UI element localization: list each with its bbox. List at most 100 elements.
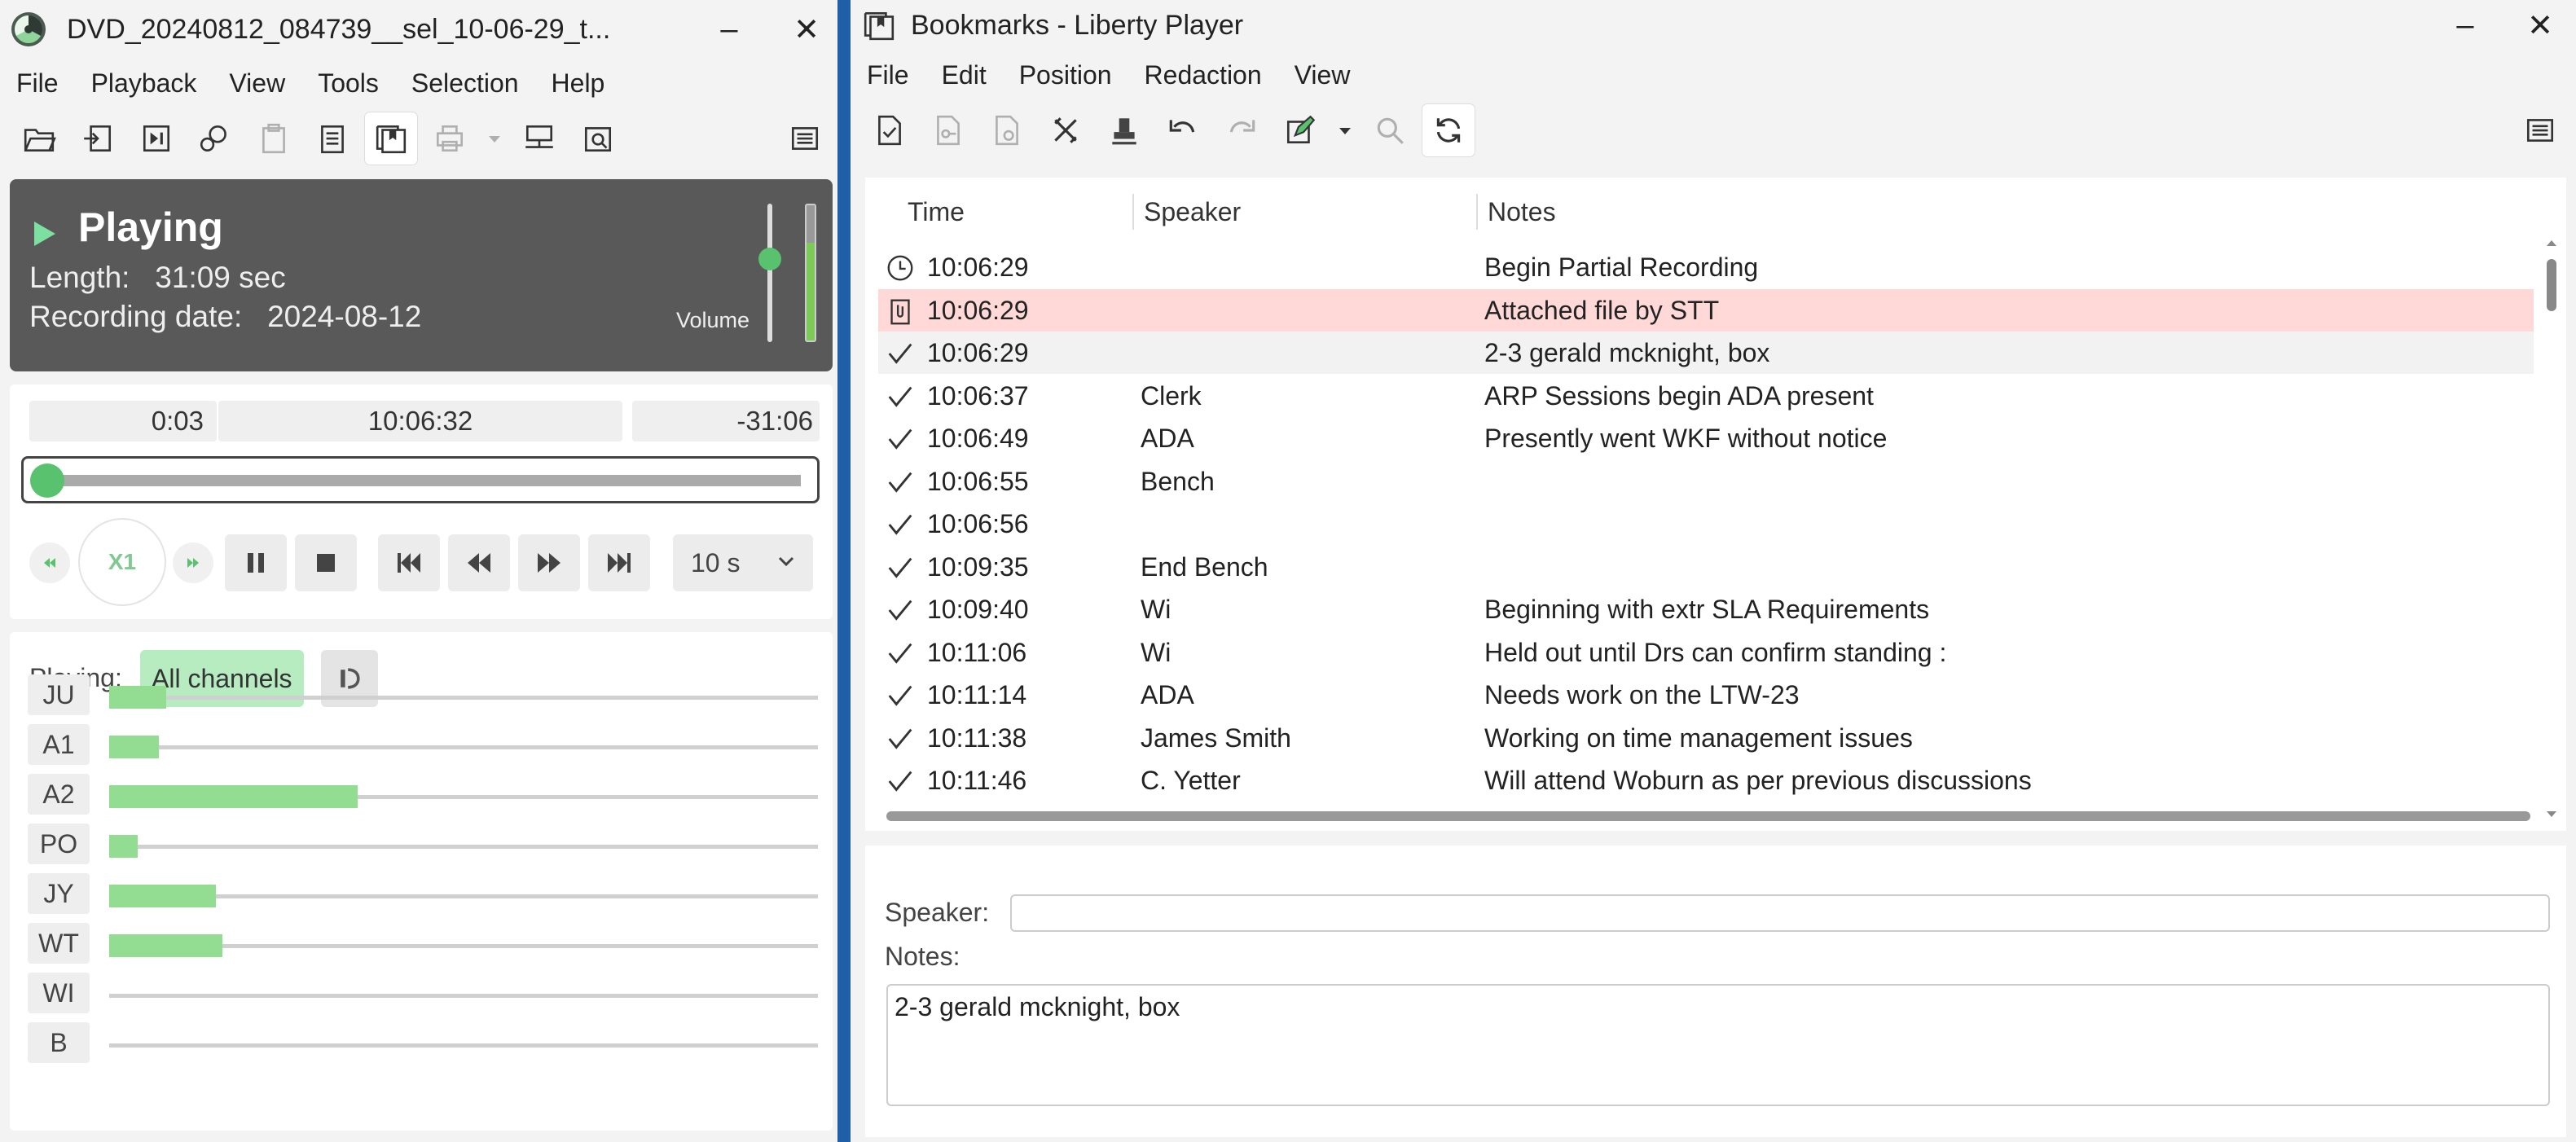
volume-slider-handle[interactable]: [758, 247, 781, 270]
delete-bookmark-button[interactable]: [1040, 104, 1092, 156]
bookmark-time: 10:06:55: [927, 466, 1029, 496]
bookmark-speaker: Clerk: [1141, 380, 1202, 411]
export-button[interactable]: [513, 112, 565, 165]
close-button[interactable]: ✕: [774, 0, 837, 59]
slower-button[interactable]: [29, 542, 70, 583]
chevron-down-icon: [778, 556, 794, 567]
column-divider[interactable]: [1132, 194, 1134, 230]
channel-toggle-button[interactable]: WI: [28, 973, 90, 1013]
bookmark-time: 10:06:29: [927, 338, 1029, 367]
channel-toggle-button[interactable]: B: [28, 1022, 90, 1063]
edit-redaction-button[interactable]: [1274, 104, 1326, 156]
vertical-scroll-thumb[interactable]: [2547, 259, 2556, 311]
caret-down-icon: [1339, 128, 1351, 134]
bm-menu-file[interactable]: File: [851, 60, 925, 90]
player-menu-button[interactable]: [779, 112, 831, 165]
bookmark-time: 10:11:38: [927, 723, 1027, 753]
skip-start-button[interactable]: [378, 534, 440, 591]
minimize-button[interactable]: –: [697, 0, 762, 59]
bm-menu-edit[interactable]: Edit: [925, 60, 1003, 90]
stop-button[interactable]: [295, 534, 357, 591]
sync-button[interactable]: [1422, 104, 1475, 156]
bookmark-row[interactable]: 10:06:29 Attached file by STT: [878, 288, 2534, 332]
speed-indicator[interactable]: X1: [78, 518, 166, 606]
rewind-button[interactable]: [448, 534, 510, 591]
bookmark-row[interactable]: 10:11:38 James Smith Working on time manag…: [878, 717, 2534, 759]
pause-button[interactable]: [225, 534, 287, 591]
bookmark-key-button[interactable]: [922, 104, 974, 156]
bookmark-row[interactable]: 10:06:29 2-3 gerald mcknight, box: [878, 332, 2534, 374]
notes-input[interactable]: 2-3 gerald mcknight, box: [886, 984, 2550, 1106]
open-folder-button[interactable]: [13, 112, 65, 165]
channel-toggle-button[interactable]: WT: [28, 923, 90, 964]
import-button[interactable]: [72, 112, 124, 165]
seek-slider[interactable]: [21, 456, 820, 503]
column-divider[interactable]: [1476, 194, 1478, 230]
bookmarks-minimize-button[interactable]: –: [2433, 0, 2498, 51]
column-header-notes[interactable]: Notes: [1488, 197, 1556, 227]
channel-toggle-button[interactable]: A1: [28, 724, 90, 765]
bookmark-link-button[interactable]: [981, 104, 1033, 156]
bookmark-speaker: ADA: [1141, 424, 1194, 453]
bookmark-row[interactable]: 10:11:46 C. Yetter Will attend Woburn as p…: [878, 759, 2534, 802]
menu-playback[interactable]: Playback: [75, 68, 213, 99]
notes-button[interactable]: [306, 112, 358, 165]
undo-button[interactable]: [1157, 104, 1209, 156]
channel-toggle-button[interactable]: JY: [28, 873, 90, 914]
find-button[interactable]: [1364, 104, 1416, 156]
horizontal-scrollbar[interactable]: [881, 810, 2535, 823]
bookmark-row[interactable]: 10:09:35 End Bench: [878, 546, 2534, 588]
channel-toggle-button[interactable]: PO: [28, 824, 90, 864]
speaker-input[interactable]: [1010, 894, 2550, 932]
play-pause-file-button[interactable]: [130, 112, 182, 165]
clipboard-button[interactable]: [248, 112, 300, 165]
vertical-scrollbar[interactable]: [2545, 240, 2558, 817]
stamp-button[interactable]: [1098, 104, 1150, 156]
bookmark-row[interactable]: 10:06:49 ADA Presently went WKF without no…: [878, 417, 2534, 459]
channels-panel: Playing: All channels JUA1A2POJYWTWIB: [10, 632, 833, 1131]
player-titlebar: DVD_20240812_084739__sel_10-06-29_t... –…: [0, 0, 837, 59]
bookmarks-window-button[interactable]: [365, 112, 417, 165]
seek-handle[interactable]: [30, 463, 64, 498]
menu-view[interactable]: View: [213, 68, 301, 99]
bookmark-row[interactable]: 10:11:14 ADA Needs work on the LTW-23: [878, 674, 2534, 716]
skip-interval-select[interactable]: 10 s: [673, 534, 813, 591]
redo-button[interactable]: [1215, 104, 1268, 156]
print-dropdown[interactable]: [482, 112, 507, 165]
menu-tools[interactable]: Tools: [301, 68, 395, 99]
magnifier-icon: [1377, 117, 1404, 144]
bookmark-row[interactable]: 10:06:56: [878, 503, 2534, 545]
bookmark-row[interactable]: 10:06:37 Clerk ARP Sessions begin ADA pres…: [878, 375, 2534, 417]
menu-selection[interactable]: Selection: [395, 68, 535, 99]
horizontal-scroll-thumb[interactable]: [886, 811, 2530, 821]
bookmarks-close-button[interactable]: ✕: [2508, 0, 2573, 51]
volume-slider-track[interactable]: [767, 204, 772, 342]
bookmark-row[interactable]: 10:11:06 Wi Held out until Drs can confirm…: [878, 631, 2534, 674]
new-bookmark-button[interactable]: [864, 104, 916, 156]
bookmark-row[interactable]: 10:06:55 Bench: [878, 460, 2534, 503]
bm-menu-redaction[interactable]: Redaction: [1128, 60, 1278, 90]
preview-button[interactable]: [572, 112, 624, 165]
channel-toggle-button[interactable]: JU: [28, 674, 90, 715]
volume-meter-fill: [807, 243, 815, 340]
notepad-icon: [321, 125, 344, 154]
channel-toggle-button[interactable]: A2: [28, 774, 90, 815]
check-icon: [885, 381, 916, 412]
skip-end-button[interactable]: [588, 534, 650, 591]
bookmarks-menu-button[interactable]: [2514, 104, 2566, 156]
print-button[interactable]: [424, 112, 476, 165]
faster-button[interactable]: [173, 542, 213, 583]
column-header-time[interactable]: Time: [908, 197, 965, 227]
caret-down-icon: [489, 136, 500, 143]
forward-button[interactable]: [518, 534, 580, 591]
bookmark-row[interactable]: 10:06:29 Begin Partial Recording: [878, 246, 2534, 288]
menu-file[interactable]: File: [0, 68, 75, 99]
bm-menu-view[interactable]: View: [1278, 60, 1367, 90]
edit-dropdown[interactable]: [1333, 104, 1357, 156]
bookmark-row[interactable]: 10:09:40 Wi Beginning with extr SLA Requir…: [878, 588, 2534, 630]
column-header-speaker[interactable]: Speaker: [1144, 197, 1241, 227]
bm-menu-position[interactable]: Position: [1003, 60, 1128, 90]
menu-help[interactable]: Help: [535, 68, 622, 99]
search-bookmarks-button[interactable]: [189, 112, 241, 165]
list-menu-icon: [791, 127, 819, 150]
